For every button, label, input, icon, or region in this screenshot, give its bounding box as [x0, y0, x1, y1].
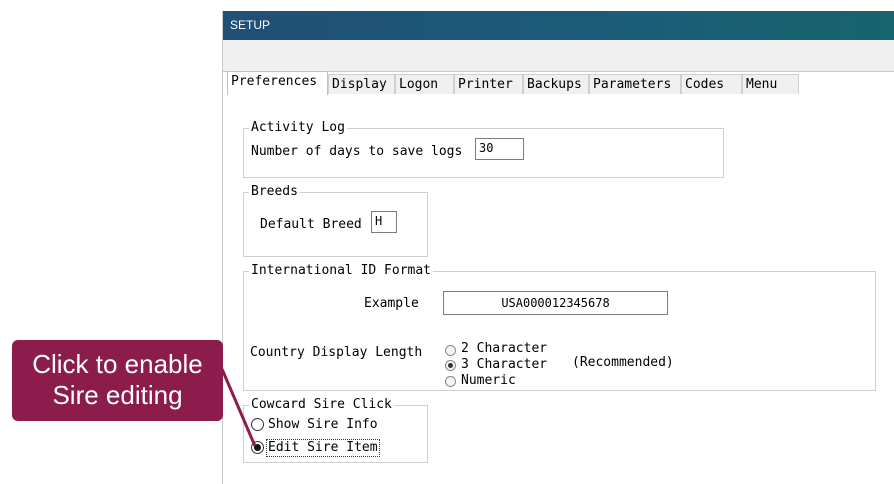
toolbar	[223, 40, 894, 72]
callout-line-1: Click to enable	[32, 349, 203, 379]
radio-edit-sire-item[interactable]	[251, 441, 264, 454]
radio-show-sire-info[interactable]	[251, 418, 264, 431]
callout-line-2: Sire editing	[52, 380, 183, 410]
annotation-callout: Click to enable Sire editing	[12, 340, 223, 421]
example-label: Example	[364, 296, 419, 311]
tab-display[interactable]: Display	[328, 74, 395, 94]
breeds-group: Breeds Default Breed H	[243, 184, 428, 257]
tab-parameters[interactable]: Parameters	[589, 74, 681, 94]
show-sire-info-label: Show Sire Info	[268, 417, 378, 432]
tab-backups[interactable]: Backups	[523, 74, 589, 94]
radio-numeric[interactable]	[445, 376, 456, 387]
tab-preferences[interactable]: Preferences	[227, 71, 328, 95]
option-numeric-label: Numeric	[461, 373, 516, 388]
tab-logon[interactable]: Logon	[395, 74, 454, 94]
days-to-save-label: Number of days to save logs	[251, 144, 463, 159]
tab-menu[interactable]: Menu	[742, 74, 799, 94]
activity-log-legend: Activity Log	[249, 120, 347, 136]
tab-printer[interactable]: Printer	[454, 74, 523, 94]
days-to-save-input[interactable]: 30	[475, 138, 524, 160]
radio-3-character[interactable]	[445, 360, 456, 371]
recommended-note: (Recommended)	[572, 355, 674, 370]
example-input[interactable]: USA000012345678	[443, 291, 668, 315]
title-bar: SETUP	[223, 11, 894, 40]
intl-id-legend: International ID Format	[249, 263, 434, 279]
cowcard-sire-click-group: Cowcard Sire Click Show Sire Info Edit S…	[243, 397, 428, 463]
option-2-character-label: 2 Character	[461, 341, 548, 356]
breeds-legend: Breeds	[249, 184, 300, 200]
tab-codes[interactable]: Codes	[681, 74, 742, 94]
radio-2-character[interactable]	[445, 345, 456, 356]
default-breed-label: Default Breed	[260, 217, 362, 232]
country-display-length-label: Country Display Length	[250, 345, 423, 360]
edit-sire-item-label: Edit Sire Item	[266, 439, 380, 457]
default-breed-input[interactable]: H	[371, 211, 397, 233]
cowcard-sire-click-legend: Cowcard Sire Click	[249, 397, 394, 413]
intl-id-group: International ID Format Example USA00001…	[243, 263, 876, 391]
setup-window: SETUP Preferences Display Logon Printer …	[222, 11, 894, 484]
option-3-character-label: 3 Character	[461, 357, 548, 372]
activity-log-group: Activity Log Number of days to save logs…	[243, 120, 724, 178]
window-title: SETUP	[230, 18, 271, 32]
